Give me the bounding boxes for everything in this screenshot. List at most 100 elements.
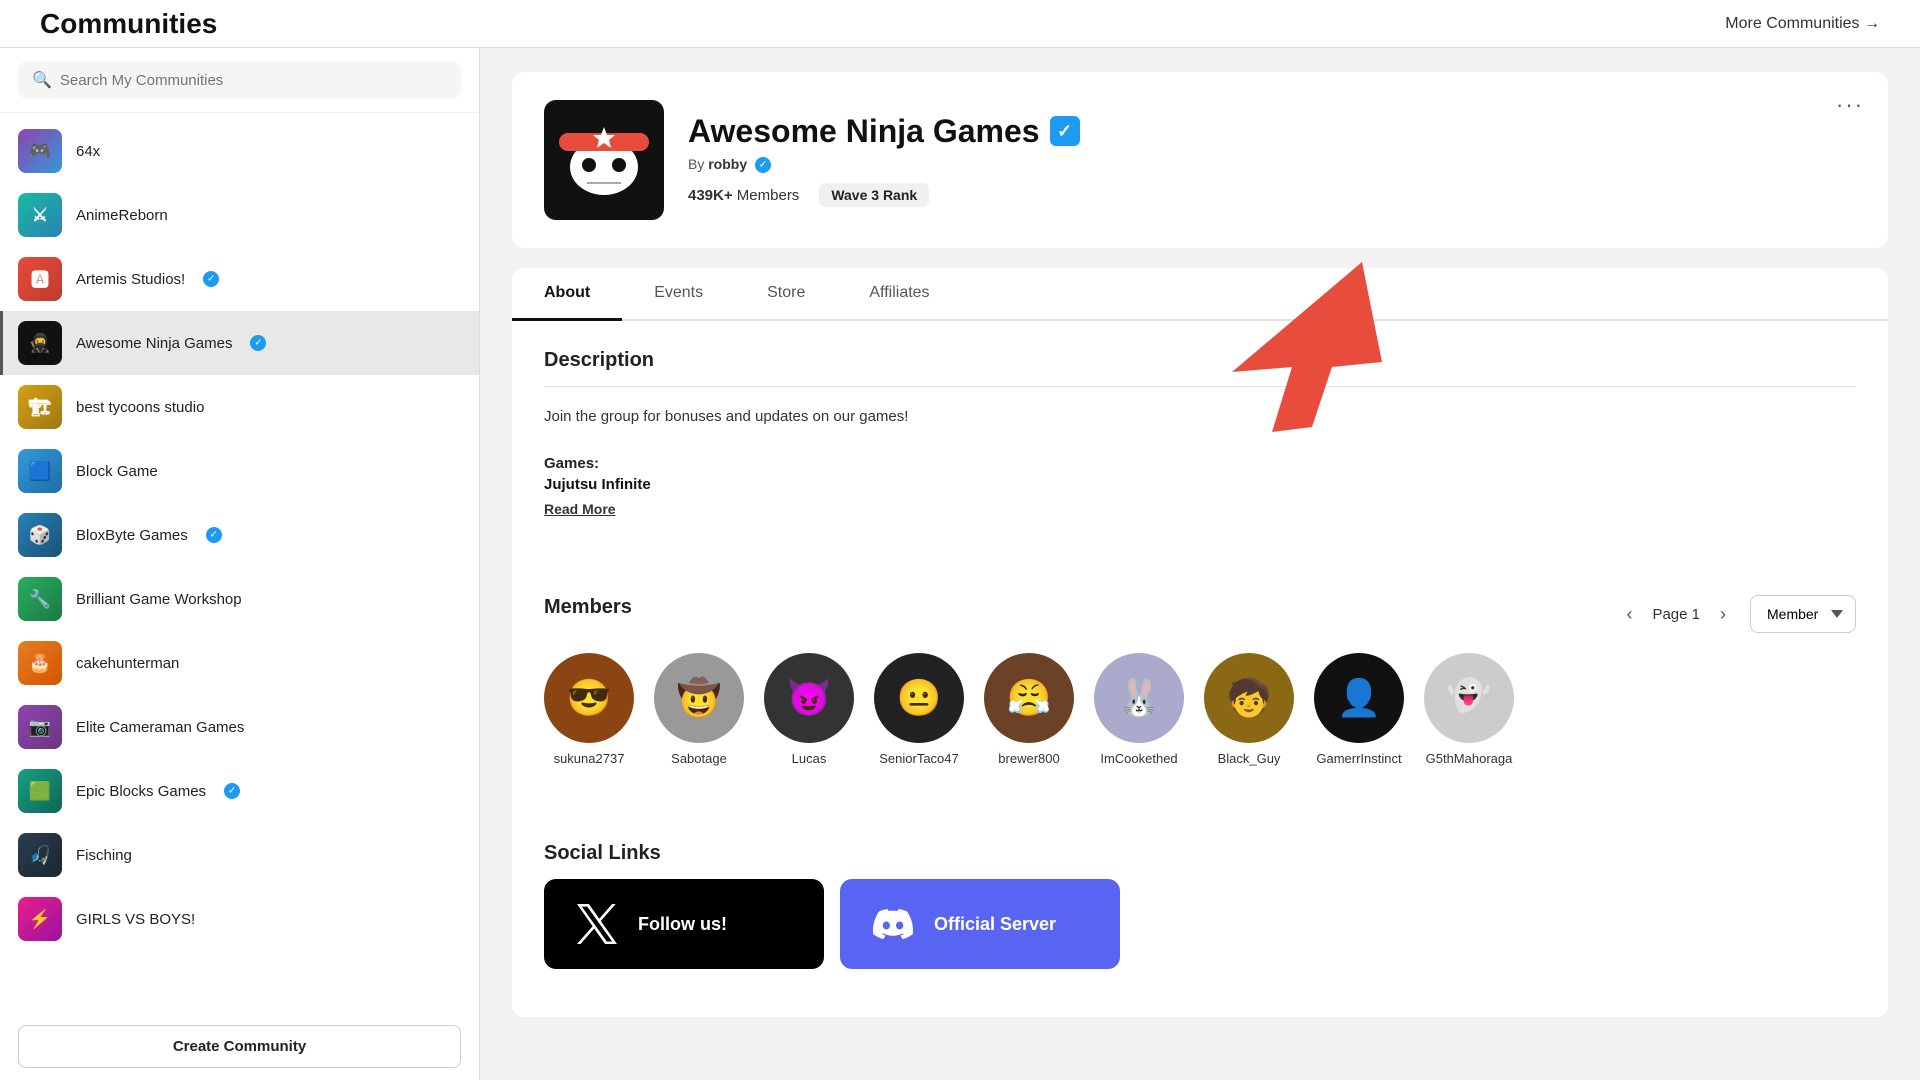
member-avatar: 🐰 [1094,653,1184,743]
verified-badge [250,335,266,351]
social-links-section: Social Links Follow us! Official Server [512,814,1888,997]
sidebar-item-animereborn[interactable]: ⚔ AnimeReborn [0,183,479,247]
members-header: Members ‹ Page 1 › Member [544,595,1856,633]
member-card-sukuna[interactable]: 😎sukuna2737 [544,653,634,766]
sidebar-item-avatar: 🎂 [18,641,62,685]
next-page-button[interactable]: › [1712,600,1734,629]
stats-row: 439K+ Members Wave 3 Rank [688,183,1856,207]
member-name: Lucas [792,751,827,766]
sidebar-item-avatar: 📷 [18,705,62,749]
social-card-discord[interactable]: Official Server [840,879,1120,969]
social-cards: Follow us! Official Server [544,879,1856,969]
tab-about[interactable]: About [512,268,622,321]
sidebar-item-avatar: 🟦 [18,449,62,493]
member-avatar: 😤 [984,653,1074,743]
community-logo [544,100,664,220]
ninja-logo-svg [549,105,659,215]
divider [544,386,1856,387]
member-name: Sabotage [671,751,727,766]
sidebar-item-name: cakehunterman [76,655,179,672]
social-title: Social Links [544,842,1856,865]
rank-badge: Wave 3 Rank [819,183,929,207]
member-avatar: 🧒 [1204,653,1294,743]
search-input[interactable] [60,72,447,89]
member-name: SeniorTaco47 [879,751,959,766]
member-card-g5th[interactable]: 👻G5thMahoraga [1424,653,1514,766]
sidebar-item-avatar: 🎲 [18,513,62,557]
description-panel: Description Join the group for bonuses a… [512,321,1888,547]
member-card-brewer[interactable]: 😤 brewer800 [984,653,1074,766]
sidebar-item-name: Epic Blocks Games [76,783,206,800]
more-communities-link[interactable]: More Communities → [1725,15,1880,33]
member-name: Black_Guy [1218,751,1281,766]
tab-store[interactable]: Store [735,268,837,321]
community-list: 🎮64x ⚔ AnimeReborn 🅰Artemis Studios!🥷Awesom… [0,113,479,1013]
sidebar-item-64x[interactable]: 🎮64x [0,119,479,183]
more-options-button[interactable]: ··· [1836,92,1864,118]
sidebar-item-bloxbyte[interactable]: 🎲 BloxByte Games [0,503,479,567]
tabs-bar: AboutEventsStoreAffiliates [512,268,1888,321]
verified-icon: ✓ [1050,116,1080,146]
member-avatar: 😐 [874,653,964,743]
sidebar-item-avatar: 🅰 [18,257,62,301]
sidebar-item-name: GIRLS VS BOYS! [76,911,195,928]
sidebar-item-elite[interactable]: 📷 Elite Cameraman Games [0,695,479,759]
tab-events[interactable]: Events [622,268,735,321]
member-name: brewer800 [998,751,1059,766]
sidebar-item-blockgame[interactable]: 🟦 Block Game [0,439,479,503]
read-more-link[interactable]: Read More [544,501,616,517]
sidebar-item-avatar: 🎣 [18,833,62,877]
member-card-seniortaco[interactable]: 😐 SeniorTaco47 [874,653,964,766]
social-card-twitter[interactable]: Follow us! [544,879,824,969]
sidebar-item-avatar: ⚔ [18,193,62,237]
description-text: Join the group for bonuses and updates o… [544,405,1856,429]
verified-badge [203,271,219,287]
community-header-info: Awesome Ninja Games ✓ By robby 439K+ Mem… [688,113,1856,207]
verified-badge [206,527,222,543]
sidebar-item-artemis[interactable]: 🅰Artemis Studios! [0,247,479,311]
tabs-and-content: AboutEventsStoreAffiliates Description J… [512,268,1888,1017]
title-row: Awesome Ninja Games ✓ [688,113,1856,150]
sidebar-item-cake[interactable]: 🎂 cakehunterman [0,631,479,695]
create-community-button[interactable]: Create Community [18,1025,461,1068]
member-card-sabotage[interactable]: 🤠Sabotage [654,653,744,766]
sidebar-item-name: BloxByte Games [76,527,188,544]
sidebar-item-name: AnimeReborn [76,207,168,224]
social-label-twitter: Follow us! [638,914,727,935]
search-icon: 🔍 [32,70,52,90]
sidebar-item-avatar: 🎮 [18,129,62,173]
sidebar-item-awesomeninja[interactable]: 🥷Awesome Ninja Games [0,311,479,375]
sidebar-item-brilliant[interactable]: 🔧Brilliant Game Workshop [0,567,479,631]
member-name: GamerrInstinct [1316,751,1401,766]
sidebar-item-name: Brilliant Game Workshop [76,591,242,608]
member-card-gamerr[interactable]: 👤GamerrInstinct [1314,653,1404,766]
tab-affiliates[interactable]: Affiliates [837,268,961,321]
sidebar-item-name: best tycoons studio [76,399,204,416]
author-link[interactable]: robby [708,156,747,172]
sidebar-item-avatar: 🥷 [18,321,62,365]
member-card-lucas[interactable]: 😈Lucas [764,653,854,766]
member-name: G5thMahoraga [1426,751,1513,766]
sidebar-item-epic[interactable]: 🟩Epic Blocks Games [0,759,479,823]
description-title: Description [544,349,1856,372]
prev-page-button[interactable]: ‹ [1618,600,1640,629]
community-header: Awesome Ninja Games ✓ By robby 439K+ Mem… [512,72,1888,248]
search-wrapper: 🔍 [0,48,479,113]
member-card-blackguy[interactable]: 🧒 Black_Guy [1204,653,1294,766]
games-label: Games: [544,455,1856,472]
members-stat: 439K+ Members [688,187,799,204]
search-box: 🔍 [18,62,461,98]
games-list: Jujutsu Infinite [544,476,1856,493]
x-icon [572,899,622,949]
sidebar-item-girlsvboys[interactable]: ⚡GIRLS VS BOYS! [0,887,479,951]
sidebar-item-name: Elite Cameraman Games [76,719,244,736]
members-grid: 😎sukuna2737🤠Sabotage😈Lucas😐 SeniorTaco47 😤… [544,653,1856,766]
page-title: Communities [40,8,217,40]
member-name: sukuna2737 [554,751,625,766]
member-card-imcookethed[interactable]: 🐰 ImCookethed [1094,653,1184,766]
member-filter-select[interactable]: Member [1750,595,1856,633]
sidebar-item-fisching[interactable]: 🎣Fisching [0,823,479,887]
sidebar-item-name: Block Game [76,463,158,480]
member-name: ImCookethed [1100,751,1177,766]
sidebar-item-besttycoons[interactable]: 🏗best tycoons studio [0,375,479,439]
